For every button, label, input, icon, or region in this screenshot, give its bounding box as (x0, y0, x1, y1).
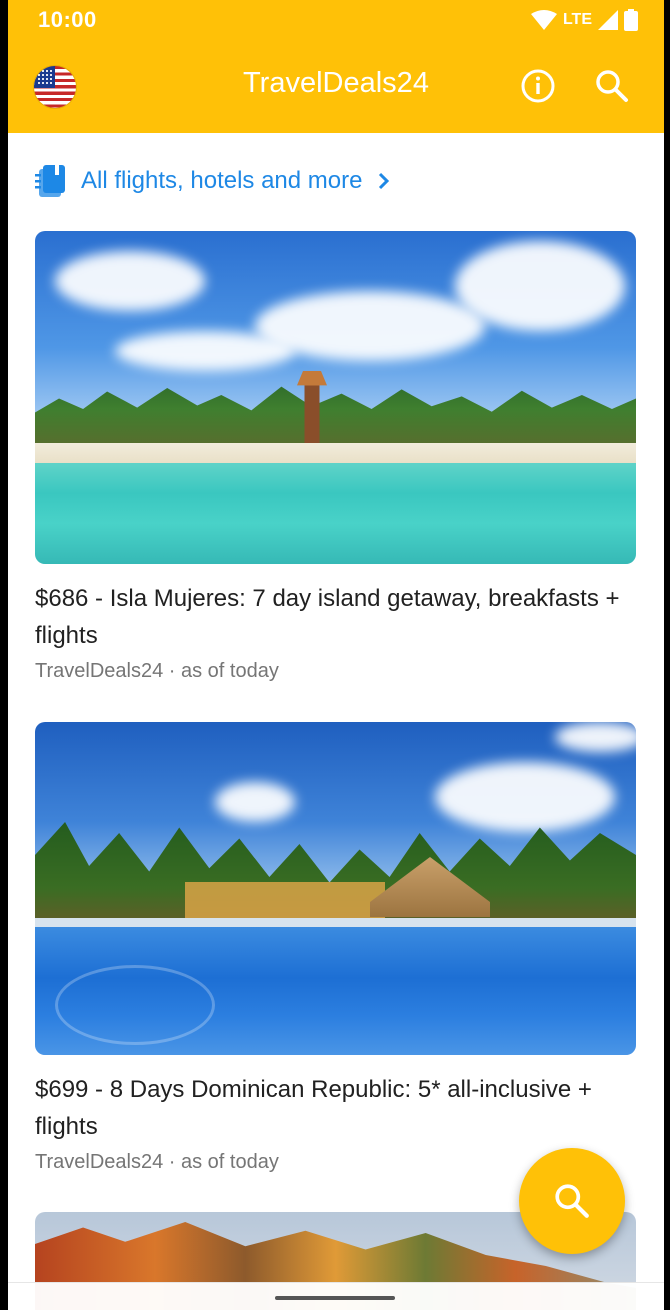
photo-cloud (55, 251, 205, 311)
tropical-beach-photo[interactable] (35, 231, 636, 564)
chevron-right-icon (379, 172, 390, 190)
photo-sea (35, 463, 636, 564)
deals-feed[interactable]: All flights, hotels and more $686 - Isla… (8, 133, 664, 1310)
photo-cloud (555, 722, 636, 752)
all-deals-label: All flights, hotels and more (81, 167, 363, 194)
deal-date: as of today (180, 1151, 279, 1173)
deal-title[interactable]: $686 - Isla Mujeres: 7 day island getawa… (35, 580, 636, 654)
photo-cloud (115, 331, 295, 371)
photo-sand (35, 443, 636, 465)
photo-resort-buildings (185, 882, 385, 922)
meta-separator: · (168, 1151, 181, 1173)
search-icon (555, 1184, 589, 1218)
search-fab-button[interactable] (519, 1148, 625, 1254)
home-gesture-handle[interactable] (275, 1296, 395, 1300)
battery-icon (624, 9, 638, 31)
photo-cloud (455, 241, 625, 331)
deal-source: TravelDeals24 (35, 1151, 164, 1173)
meta-separator: · (168, 660, 181, 682)
deal-title[interactable]: $699 - 8 Days Dominican Republic: 5* all… (35, 1071, 636, 1145)
status-icons: LTE (530, 9, 638, 31)
catalog-icon (35, 165, 65, 197)
phone-screen: 10:00 LTE TravelDeals24 All flights, hot… (8, 0, 664, 1310)
resort-pool-photo[interactable] (35, 722, 636, 1055)
deal-date: as of today (180, 660, 279, 682)
signal-icon (598, 10, 618, 30)
photo-cloud (215, 782, 295, 822)
deal-card[interactable]: $699 - 8 Days Dominican Republic: 5* all… (35, 722, 636, 1174)
wifi-icon (530, 10, 557, 30)
all-deals-link[interactable]: All flights, hotels and more (35, 165, 390, 197)
system-nav-bar (8, 1282, 664, 1310)
app-title: TravelDeals24 (243, 67, 429, 99)
search-icon[interactable] (594, 68, 630, 104)
info-icon[interactable] (520, 68, 556, 104)
deal-meta: TravelDeals24 · as of today (35, 660, 636, 683)
status-time: 10:00 (38, 7, 97, 32)
status-bar: 10:00 LTE (8, 0, 664, 40)
network-type: LTE (562, 11, 592, 28)
deal-source: TravelDeals24 (35, 660, 164, 682)
photo-cloud (435, 762, 615, 832)
app-bar: TravelDeals24 (8, 40, 664, 133)
deal-card[interactable]: $686 - Isla Mujeres: 7 day island getawa… (35, 231, 636, 683)
photo-ripple (55, 965, 215, 1045)
